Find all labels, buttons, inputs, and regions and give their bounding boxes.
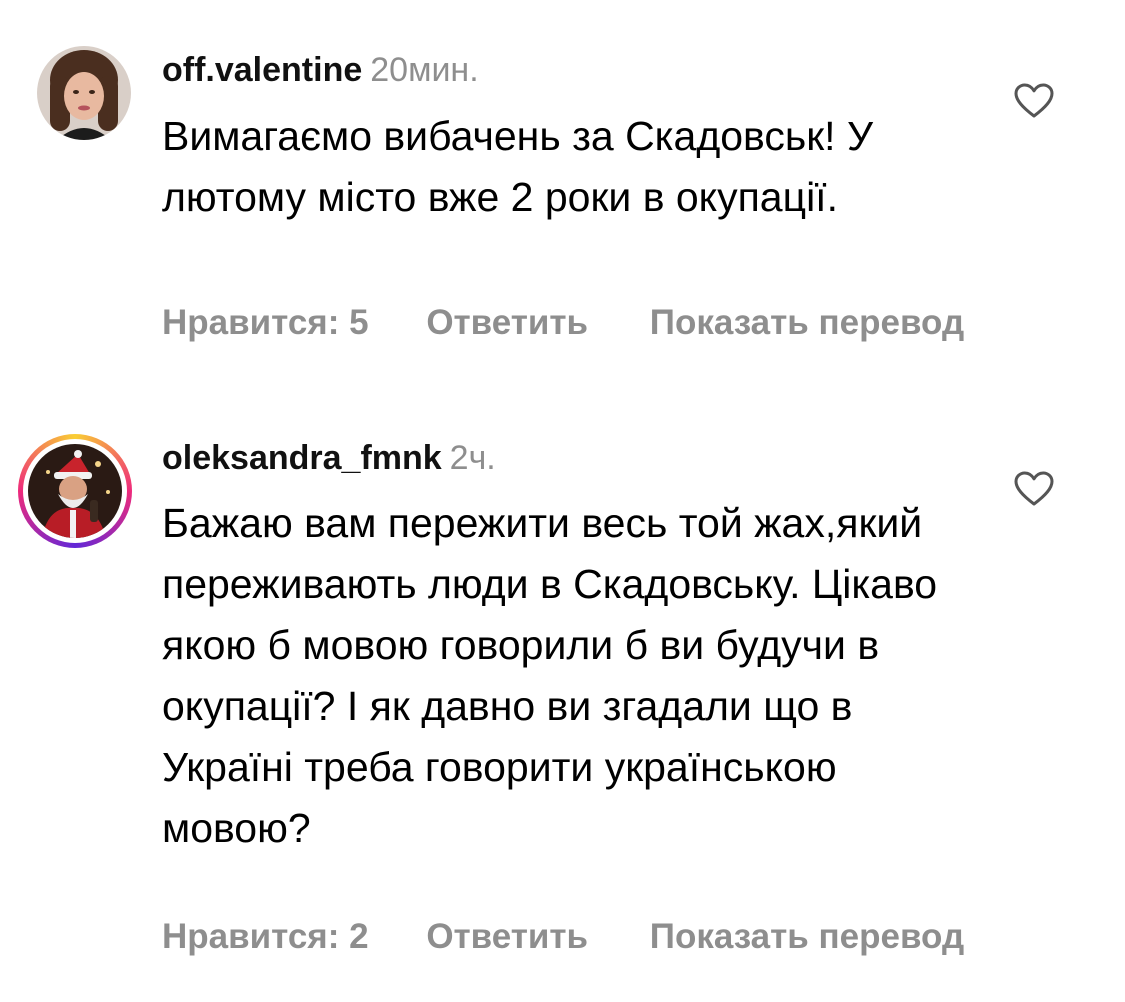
comment-header: off.valentine 20мин. — [162, 50, 479, 90]
comment-1: off.valentine 20мин. Вимагаємо вибачень з… — [0, 0, 1125, 380]
show-translation-button[interactable]: Показать перевод — [650, 303, 964, 343]
timestamp[interactable]: 20мин. — [370, 51, 478, 89]
avatar[interactable] — [37, 46, 131, 140]
likes-count-button[interactable]: Нравится: 2 — [162, 917, 369, 957]
comment-text: Вимагаємо вибачень за Скадовськ! У лютом… — [162, 113, 873, 220]
reply-button[interactable]: Ответить — [426, 917, 588, 957]
comment-actions: Нравится: 5 Ответить Показать перевод — [162, 303, 964, 343]
show-translation-button[interactable]: Показать перевод — [650, 917, 964, 957]
heart-outline-icon[interactable] — [1014, 83, 1054, 119]
timestamp[interactable]: 2ч. — [450, 439, 496, 477]
reply-button[interactable]: Ответить — [426, 303, 588, 343]
avatar — [28, 444, 122, 538]
comment-2: oleksandra_fmnk 2ч. Бажаю вам пережити ве… — [0, 420, 1125, 1002]
avatar-image — [37, 46, 131, 140]
avatar-image — [28, 444, 122, 538]
story-ring[interactable] — [18, 434, 132, 548]
comment-header: oleksandra_fmnk 2ч. — [162, 438, 496, 478]
likes-count-button[interactable]: Нравится: 5 — [162, 303, 369, 343]
comment-actions: Нравится: 2 Ответить Показать перевод — [162, 917, 964, 957]
heart-outline-icon[interactable] — [1014, 471, 1054, 507]
username[interactable]: off.valentine — [162, 51, 362, 89]
username[interactable]: oleksandra_fmnk — [162, 439, 442, 477]
comment-text: Бажаю вам пережити весь той жах,який пер… — [162, 500, 938, 851]
